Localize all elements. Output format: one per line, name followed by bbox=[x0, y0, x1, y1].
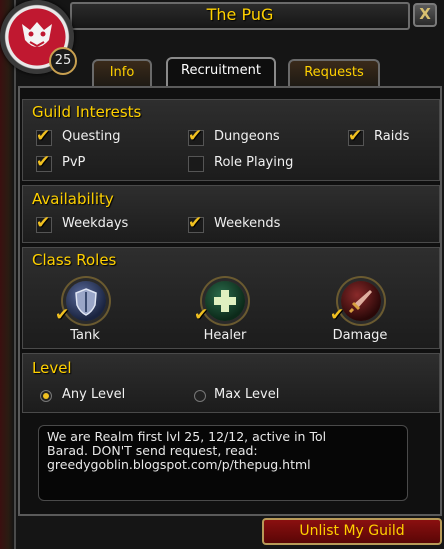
healer-check-icon[interactable]: ✔ bbox=[194, 305, 208, 325]
comment-line: Barad. DON'T send request, read: bbox=[47, 443, 258, 458]
pvp-checkbox[interactable]: ✔ bbox=[36, 152, 52, 172]
healer-label: Healer bbox=[203, 328, 247, 343]
max-level-radio[interactable] bbox=[194, 390, 206, 402]
sword-icon bbox=[348, 290, 372, 314]
dungeons-checkbox[interactable]: ✔ bbox=[188, 126, 204, 146]
guild-interests-title: Guild Interests bbox=[32, 103, 142, 121]
comment-line: We are Realm first lvl 25, 12/12, active… bbox=[47, 429, 327, 444]
tank-label: Tank bbox=[70, 328, 100, 343]
damage-check-icon[interactable]: ✔ bbox=[330, 305, 344, 325]
unlist-guild-button[interactable]: Unlist My Guild bbox=[262, 518, 442, 545]
weekdays-label: Weekdays bbox=[62, 216, 129, 231]
availability-title: Availability bbox=[32, 190, 114, 208]
level-section bbox=[22, 353, 440, 413]
class-roles-title: Class Roles bbox=[32, 251, 117, 269]
questing-label: Questing bbox=[62, 129, 121, 144]
role-playing-checkbox[interactable] bbox=[188, 156, 204, 172]
pvp-label: PvP bbox=[62, 155, 86, 170]
window-title: The PuG bbox=[206, 5, 274, 24]
tank-check-icon[interactable]: ✔ bbox=[55, 305, 69, 325]
questing-checkbox[interactable]: ✔ bbox=[36, 126, 52, 146]
background-strip bbox=[0, 0, 14, 549]
comment-line: greedygoblin.blogspot.com/p/thepug.html bbox=[47, 457, 311, 472]
guild-level-badge: 25 bbox=[49, 47, 77, 75]
check-icon: ✔ bbox=[188, 126, 203, 146]
tab-requests[interactable]: Requests bbox=[288, 59, 380, 86]
max-level-label: Max Level bbox=[214, 387, 280, 402]
shield-icon bbox=[75, 288, 97, 316]
level-title: Level bbox=[32, 359, 72, 377]
tab-info[interactable]: Info bbox=[92, 59, 152, 86]
raids-checkbox[interactable]: ✔ bbox=[348, 126, 364, 146]
any-level-radio[interactable] bbox=[40, 390, 52, 402]
weekends-label: Weekends bbox=[214, 216, 281, 231]
weekdays-checkbox[interactable]: ✔ bbox=[36, 213, 52, 233]
dungeons-label: Dungeons bbox=[214, 129, 280, 144]
healer-role-button[interactable] bbox=[205, 281, 245, 321]
check-icon: ✔ bbox=[36, 213, 51, 233]
tank-role-button[interactable] bbox=[66, 281, 106, 321]
tab-recruitment[interactable]: Recruitment bbox=[166, 57, 276, 87]
check-icon: ✔ bbox=[36, 126, 51, 146]
check-icon: ✔ bbox=[188, 213, 203, 233]
raids-label: Raids bbox=[374, 129, 410, 144]
weekends-checkbox[interactable]: ✔ bbox=[188, 213, 204, 233]
damage-role-button[interactable] bbox=[341, 281, 381, 321]
role-playing-label: Role Playing bbox=[214, 155, 294, 170]
close-button[interactable]: X bbox=[413, 3, 437, 27]
any-level-label: Any Level bbox=[62, 387, 126, 402]
cross-icon bbox=[214, 290, 236, 312]
guild-frame: The PuG X 25 Info Recruitment Requests G… bbox=[0, 0, 444, 549]
recruitment-comment-box[interactable]: We are Realm first lvl 25, 12/12, active… bbox=[38, 425, 408, 501]
check-icon: ✔ bbox=[348, 126, 363, 146]
check-icon: ✔ bbox=[36, 152, 51, 172]
damage-label: Damage bbox=[332, 328, 388, 343]
